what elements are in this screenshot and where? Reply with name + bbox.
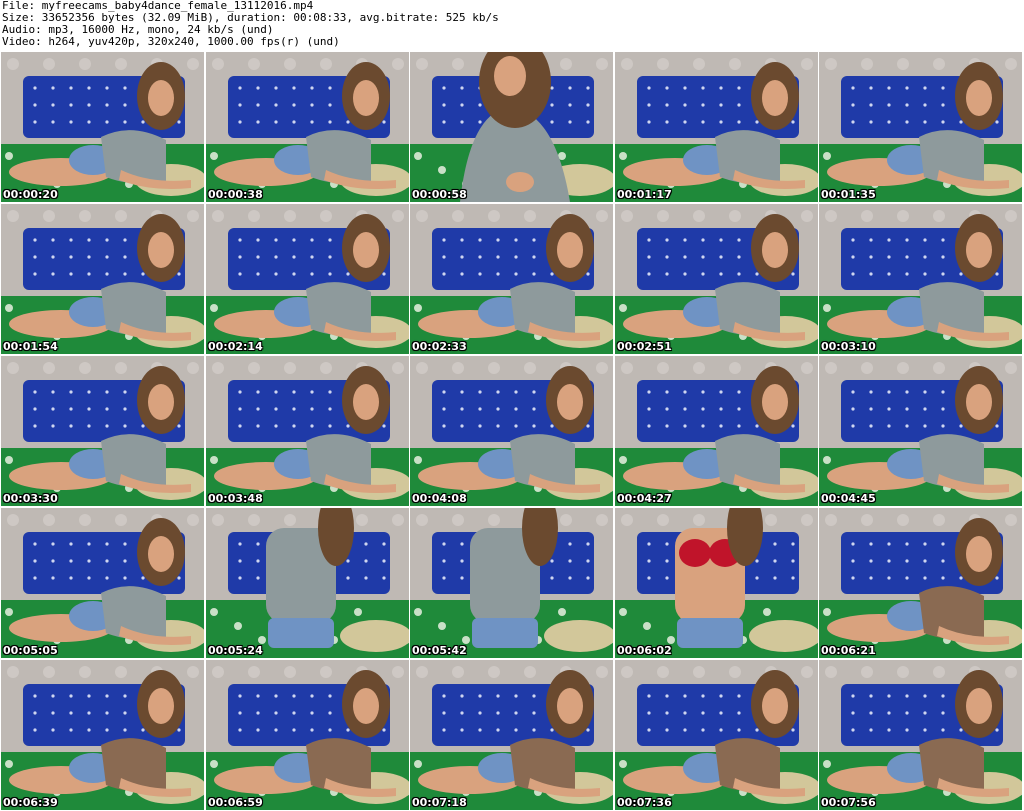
timestamp-label: 00:06:39: [3, 796, 58, 809]
timestamp-label: 00:05:42: [412, 644, 467, 657]
thumbnail-frame: [1, 52, 204, 202]
thumbnail-frame: [819, 204, 1022, 354]
thumbnail-frame: [615, 508, 818, 658]
video-thumbnail: 00:03:48: [206, 356, 409, 506]
timestamp-label: 00:03:48: [208, 492, 263, 505]
thumbnail-frame: [410, 52, 613, 202]
thumbnail-frame: [206, 508, 409, 658]
video-thumbnail: 00:06:21: [819, 508, 1022, 658]
thumbnail-frame: [819, 52, 1022, 202]
thumbnail-frame: [410, 508, 613, 658]
timestamp-label: 00:02:51: [617, 340, 672, 353]
thumbnail-grid: 00:00:20 00:00:38 00:00:58 00:01:17 00:01:35…: [1, 52, 1024, 811]
video-thumbnail: 00:03:10: [819, 204, 1022, 354]
video-thumbnail: 00:06:39: [1, 660, 204, 810]
video-thumbnail: 00:01:54: [1, 204, 204, 354]
thumbnail-frame: [1, 660, 204, 810]
timestamp-label: 00:00:38: [208, 188, 263, 201]
timestamp-label: 00:07:36: [617, 796, 672, 809]
timestamp-label: 00:00:20: [3, 188, 58, 201]
timestamp-label: 00:07:18: [412, 796, 467, 809]
timestamp-label: 00:01:17: [617, 188, 672, 201]
thumbnail-frame: [410, 356, 613, 506]
thumbnail-frame: [615, 52, 818, 202]
thumbnail-frame: [1, 356, 204, 506]
thumbnail-frame: [819, 356, 1022, 506]
timestamp-label: 00:06:59: [208, 796, 263, 809]
video-info-line: Video: h264, yuv420p, 320x240, 1000.00 f…: [2, 35, 340, 48]
timestamp-label: 00:03:30: [3, 492, 58, 505]
timestamp-label: 00:04:27: [617, 492, 672, 505]
video-thumbnail: 00:04:45: [819, 356, 1022, 506]
timestamp-label: 00:05:05: [3, 644, 58, 657]
timestamp-label: 00:02:14: [208, 340, 263, 353]
video-thumbnail: 00:06:02: [615, 508, 818, 658]
timestamp-label: 00:04:45: [821, 492, 876, 505]
thumbnail-frame: [206, 660, 409, 810]
video-thumbnail: 00:05:42: [410, 508, 613, 658]
thumbnail-frame: [410, 204, 613, 354]
thumbnail-frame: [615, 356, 818, 506]
timestamp-label: 00:02:33: [412, 340, 467, 353]
video-thumbnail: 00:04:08: [410, 356, 613, 506]
timestamp-label: 00:01:35: [821, 188, 876, 201]
video-thumbnail: 00:04:27: [615, 356, 818, 506]
video-thumbnail: 00:07:18: [410, 660, 613, 810]
video-thumbnail: 00:06:59: [206, 660, 409, 810]
thumbnail-frame: [615, 660, 818, 810]
thumbnail-frame: [615, 204, 818, 354]
video-thumbnail: 00:02:14: [206, 204, 409, 354]
thumbnail-frame: [206, 356, 409, 506]
video-thumbnail: 00:05:05: [1, 508, 204, 658]
thumbnail-frame: [819, 508, 1022, 658]
file-info-header: File: myfreecams_baby4dance_female_13112…: [2, 0, 1022, 48]
timestamp-label: 00:06:21: [821, 644, 876, 657]
video-thumbnail: 00:00:38: [206, 52, 409, 202]
video-thumbnail: 00:05:24: [206, 508, 409, 658]
video-thumbnail: 00:02:33: [410, 204, 613, 354]
timestamp-label: 00:01:54: [3, 340, 58, 353]
thumbnail-frame: [1, 204, 204, 354]
video-thumbnail: 00:03:30: [1, 356, 204, 506]
timestamp-label: 00:03:10: [821, 340, 876, 353]
video-thumbnail: 00:02:51: [615, 204, 818, 354]
video-thumbnail: 00:01:17: [615, 52, 818, 202]
timestamp-label: 00:07:56: [821, 796, 876, 809]
video-thumbnail: 00:01:35: [819, 52, 1022, 202]
video-thumbnail: 00:07:56: [819, 660, 1022, 810]
thumbnail-frame: [819, 660, 1022, 810]
timestamp-label: 00:04:08: [412, 492, 467, 505]
thumbnail-frame: [206, 204, 409, 354]
video-thumbnail: 00:07:36: [615, 660, 818, 810]
timestamp-label: 00:06:02: [617, 644, 672, 657]
video-thumbnail: 00:00:20: [1, 52, 204, 202]
video-thumbnail: 00:00:58: [410, 52, 613, 202]
timestamp-label: 00:00:58: [412, 188, 467, 201]
thumbnail-frame: [206, 52, 409, 202]
thumbnail-frame: [1, 508, 204, 658]
thumbnail-frame: [410, 660, 613, 810]
timestamp-label: 00:05:24: [208, 644, 263, 657]
